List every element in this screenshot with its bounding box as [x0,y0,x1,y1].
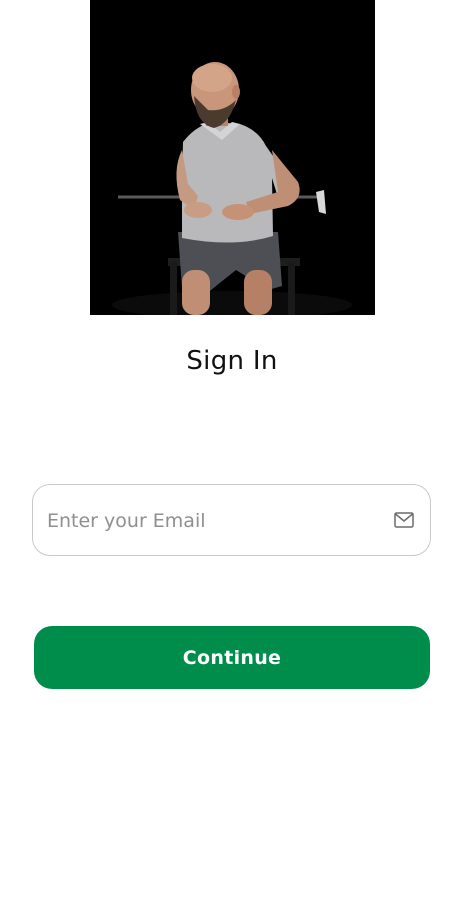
email-input[interactable] [45,485,379,557]
hero-image [90,0,375,315]
hero-illustration [90,0,375,315]
email-field[interactable] [32,484,431,557]
mail-icon [394,512,414,528]
continue-button[interactable]: Continue [34,626,430,689]
page-title: Sign In [186,346,278,376]
